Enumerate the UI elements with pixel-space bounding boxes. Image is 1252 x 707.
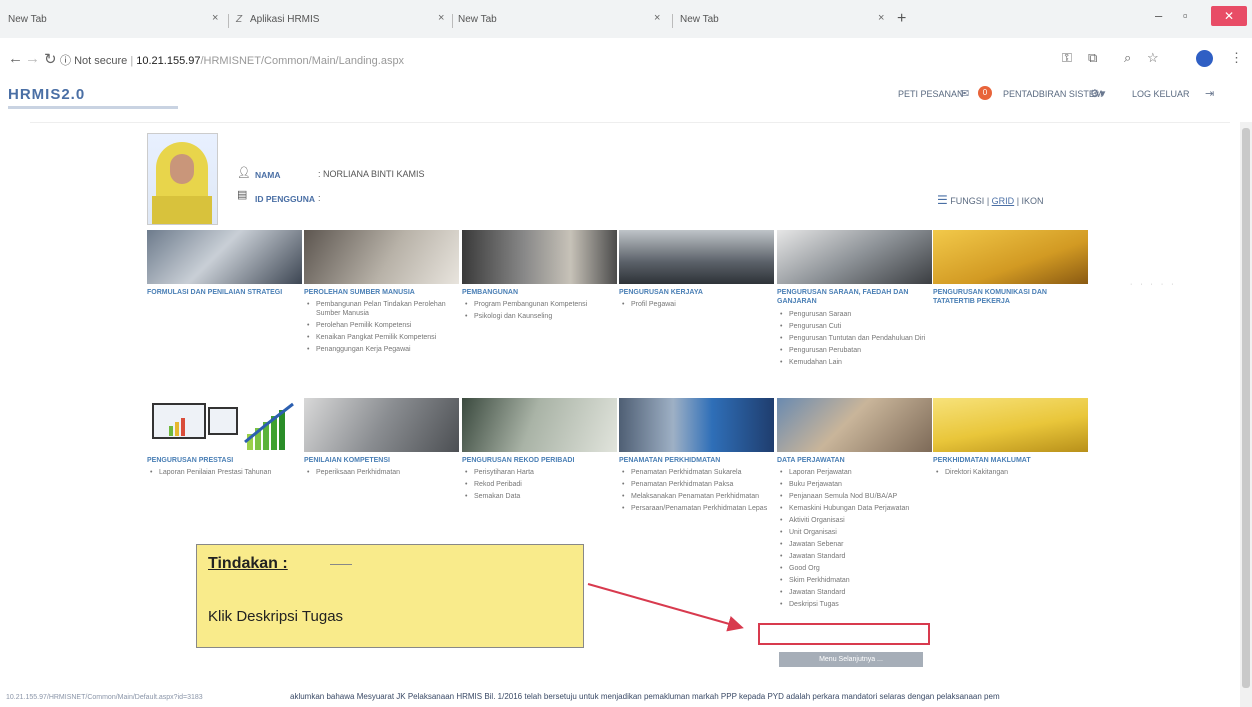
scrollbar-thumb[interactable]	[1242, 128, 1250, 688]
status-url: 10.21.155.97/HRMISNET/Common/Main/Defaul…	[6, 694, 203, 701]
page-scrollbar[interactable]	[1240, 122, 1252, 707]
more-menu-button[interactable]: Menu Selanjutnya ...	[779, 652, 923, 667]
announcement-ticker: aklumkan bahawa Mesyuarat JK Pelaksanaan…	[290, 692, 1000, 701]
pointer-arrow	[587, 583, 744, 632]
